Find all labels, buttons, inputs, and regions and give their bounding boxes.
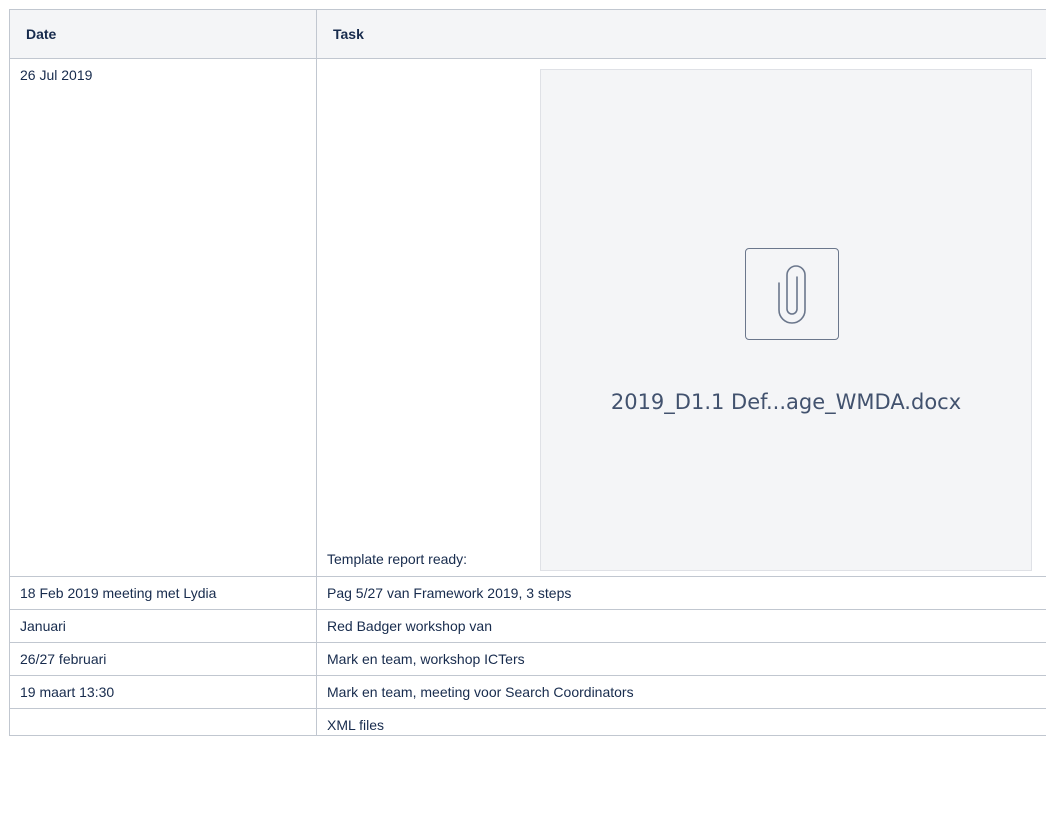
tasks-table: Date Task 26 Jul 2019 Template report re…: [9, 9, 1046, 736]
attachment-filename[interactable]: 2019_D1.1 Def...age_WMDA.docx: [541, 389, 1031, 415]
task-cell: Template report ready: 2019_D1.1 Def...a…: [316, 58, 1046, 577]
task-cell: XML files: [316, 708, 1046, 736]
paperclip-icon: [745, 248, 839, 340]
attachment-preview[interactable]: 2019_D1.1 Def...age_WMDA.docx: [540, 69, 1032, 571]
date-cell: Januari: [9, 609, 317, 643]
table-row: 26 Jul 2019 Template report ready: 2019_…: [9, 58, 1046, 577]
table-row: 18 Feb 2019 meeting met Lydia Pag 5/27 v…: [9, 576, 1046, 610]
date-cell: 18 Feb 2019 meeting met Lydia: [9, 576, 317, 610]
task-cell: Red Badger workshop van: [316, 609, 1046, 643]
date-cell: [9, 708, 317, 736]
task-cell: Mark en team, workshop ICTers: [316, 642, 1046, 676]
table-row: 19 maart 13:30 Mark en team, meeting voo…: [9, 675, 1046, 709]
table-row: 26/27 februari Mark en team, workshop IC…: [9, 642, 1046, 676]
column-header-date[interactable]: Date: [9, 9, 317, 59]
task-cell: Mark en team, meeting voor Search Coordi…: [316, 675, 1046, 709]
table-row: XML files: [9, 708, 1046, 736]
column-header-task[interactable]: Task: [316, 9, 1046, 59]
date-cell: 26/27 februari: [9, 642, 317, 676]
table-row: Januari Red Badger workshop van: [9, 609, 1046, 643]
date-cell: 26 Jul 2019: [9, 58, 317, 577]
date-cell: 19 maart 13:30: [9, 675, 317, 709]
task-cell: Pag 5/27 van Framework 2019, 3 steps: [316, 576, 1046, 610]
table-header-row: Date Task: [9, 9, 1046, 59]
task-text: Template report ready:: [327, 551, 468, 567]
